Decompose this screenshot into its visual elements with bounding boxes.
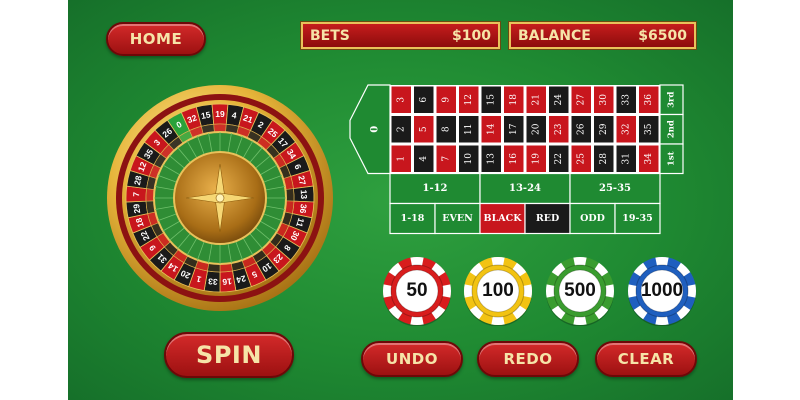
number-cell-label: 15 (486, 94, 496, 106)
number-cell-label: 14 (486, 123, 496, 135)
wheel-number-label: 16 (222, 276, 233, 287)
number-cell-label: 3 (396, 97, 406, 103)
number-cell-label: 32 (621, 124, 631, 135)
number-cell-label: 22 (554, 153, 564, 164)
wheel-number-label: 7 (131, 192, 141, 197)
number-cell-label: 5 (419, 126, 429, 132)
number-cell-label: 11 (464, 124, 474, 135)
bets-display: BETS $100 (301, 22, 500, 49)
number-cell-label: 26 (576, 123, 586, 135)
roulette-wheel-graphic: 0 32 15 19 4 21 225173462713361130823105241633… (107, 85, 333, 311)
number-cell-label: 27 (576, 94, 586, 106)
number-cell-label: 19 (531, 153, 541, 165)
clear-button[interactable]: CLEAR (595, 341, 697, 377)
roulette-wheel: 0 32 15 19 4 21 2 25 17 34 6 27 13 36 11 30 8 23 10 5 24 16 33… (106, 84, 334, 312)
outside-bet-label: ODD (580, 213, 605, 224)
number-cell-label: 34 (644, 153, 654, 165)
wheel-number-label: 29 (131, 203, 142, 214)
number-cell-label: 12 (464, 94, 474, 105)
number-cell-label: 25 (576, 153, 586, 165)
spin-button[interactable]: SPIN (164, 332, 294, 378)
chip-100-label: 100 (482, 280, 514, 301)
wheel-number-label: 36 (298, 203, 309, 214)
number-cell-label: 7 (441, 156, 451, 162)
number-cell-label: 28 (599, 153, 609, 165)
number-cell-label: 29 (599, 123, 609, 135)
wheel-number-label: 15 (200, 109, 211, 121)
balance-display: BALANCE $6500 (509, 22, 696, 49)
number-cell-label: 18 (509, 94, 519, 106)
chip-100[interactable]: 100 (463, 256, 533, 326)
number-cell-label: 9 (441, 97, 451, 103)
betting-board[interactable]: 0 3 6 9 12 15 18 21 24 27 30 33 36 3rd 2 5 8 11 14 17 20 23 26… (348, 84, 698, 242)
number-cell-label: 13 (486, 153, 496, 165)
chip-500[interactable]: 500 (545, 256, 615, 326)
chip-1000[interactable]: 1000 (627, 256, 697, 326)
wheel-number-label: 33 (207, 276, 218, 287)
number-cell-label: 30 (599, 94, 609, 106)
number-cell-label: 21 (531, 94, 541, 105)
dozen-bet-label: 25-35 (599, 183, 631, 194)
balance-value: $6500 (638, 27, 687, 44)
wheel-number-label: 19 (215, 109, 225, 119)
chip-1000-label: 1000 (640, 280, 684, 301)
outside-bet-label: EVEN (442, 213, 473, 224)
number-cell-label: 17 (509, 123, 519, 135)
wheel-number-label: 13 (299, 189, 309, 199)
number-cell-label: 36 (644, 94, 654, 106)
outside-bet-label: RED (536, 213, 559, 224)
number-cell-label: 31 (621, 153, 631, 164)
number-cell-label: 4 (419, 156, 429, 162)
number-cell-label: 35 (644, 123, 654, 135)
chip-500-label: 500 (564, 280, 596, 301)
betting-board-graphic: 03 6 9 12 15 18 21 24 27 30 33 36 3rd2 5 8 11 14 17 20 23 26… (349, 84, 684, 235)
dozen-bet-label: 13-24 (509, 183, 541, 194)
undo-button[interactable]: UNDO (361, 341, 463, 377)
number-cell-label: 10 (464, 153, 474, 165)
home-button[interactable]: HOME (106, 22, 206, 56)
number-cell-label: 8 (441, 126, 451, 132)
number-cell-label: 24 (554, 94, 564, 106)
dozen-bet-label: 1-12 (422, 183, 447, 194)
redo-button[interactable]: REDO (477, 341, 579, 377)
column-bet-label: 3rd (667, 92, 677, 108)
number-cell-label: 6 (419, 97, 429, 103)
outside-bet-label: 1-18 (401, 213, 425, 224)
number-cell-label: 33 (621, 94, 631, 106)
number-cell-label: 2 (396, 126, 406, 132)
number-cell-label: 1 (396, 156, 406, 162)
number-cell-label: 20 (531, 123, 541, 135)
column-bet-label: 1st (667, 151, 677, 166)
bets-label: BETS (310, 27, 350, 44)
outside-bet-label: 19-35 (622, 213, 652, 224)
number-cell-label: 23 (554, 123, 564, 135)
zero-label: 0 (370, 126, 381, 133)
chip-50[interactable]: 50 (382, 256, 452, 326)
column-bet-label: 2nd (667, 120, 677, 138)
chip-50-label: 50 (406, 280, 428, 301)
number-cell-label: 16 (509, 153, 519, 165)
bets-value: $100 (452, 27, 491, 44)
outside-bet-label: BLACK (484, 213, 523, 224)
balance-label: BALANCE (518, 27, 591, 44)
